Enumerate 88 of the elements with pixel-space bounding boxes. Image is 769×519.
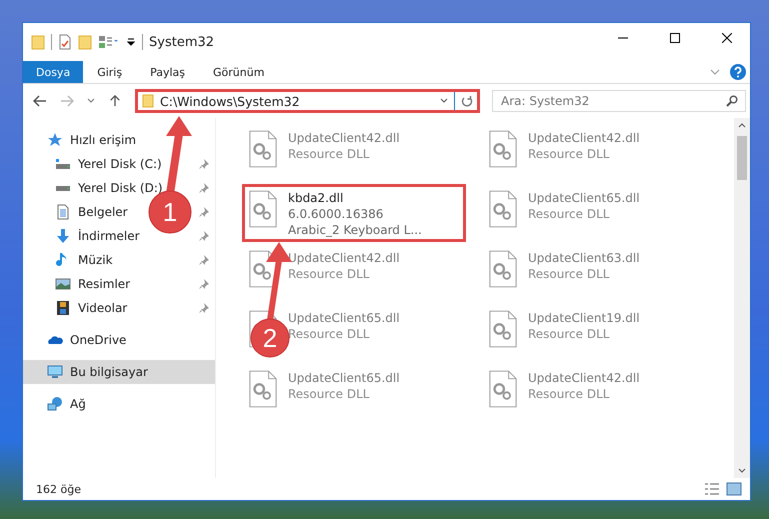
file-detail: Resource DLL <box>528 206 610 222</box>
scroll-up-icon[interactable] <box>738 122 746 128</box>
file-detail: Resource DLL <box>288 266 370 282</box>
sidebar-item[interactable]: Belgeler <box>23 200 132 224</box>
pin-icon[interactable] <box>199 231 209 241</box>
file-detail: Arabic_2 Keyboard L... <box>288 222 422 238</box>
step-badge <box>250 318 290 358</box>
scroll-down-icon[interactable] <box>738 468 746 474</box>
window-title: System32 <box>149 34 214 50</box>
expand-ribbon-icon[interactable] <box>710 69 720 75</box>
help-icon[interactable] <box>730 64 746 80</box>
file-detail: Resource DLL <box>288 326 370 342</box>
sidebar-item[interactable]: Resimler <box>23 272 134 296</box>
file-detail: Resource DLL <box>288 386 370 402</box>
document-icon <box>55 204 71 220</box>
file-detail: Resource DLL <box>528 266 610 282</box>
pin-icon[interactable] <box>199 207 209 217</box>
sidebar-item[interactable]: Ağ <box>23 392 215 416</box>
file-name[interactable]: UpdateClient42.dll <box>288 250 400 266</box>
file-name[interactable]: UpdateClient63.dll <box>528 250 640 266</box>
file-name[interactable]: kbda2.dll <box>288 190 422 206</box>
file-gears-icon <box>248 130 278 168</box>
file-gears-icon <box>248 190 278 228</box>
sidebar-item[interactable]: Videolar <box>23 296 132 320</box>
ribbon-tab[interactable]: Dosya <box>23 61 84 83</box>
refresh-icon[interactable] <box>461 95 473 107</box>
file-name[interactable]: UpdateClient42.dll <box>288 130 400 146</box>
file-gears-icon <box>488 190 518 228</box>
back-arrow-icon[interactable] <box>33 95 47 107</box>
large-icons-view-icon[interactable] <box>726 482 742 496</box>
item-count: 162 öğe <box>36 482 81 496</box>
film-icon <box>55 300 71 316</box>
file-name[interactable]: UpdateClient65.dll <box>288 370 400 386</box>
sidebar-item[interactable]: İndirmeler <box>23 224 144 248</box>
dropdown-icon[interactable] <box>440 98 448 104</box>
up-arrow-icon[interactable] <box>108 95 122 107</box>
down-arrow-icon <box>55 228 71 244</box>
pin-icon[interactable] <box>199 159 209 169</box>
view-options-icon[interactable] <box>98 34 120 50</box>
recent-locations-icon[interactable] <box>87 98 95 104</box>
file-name[interactable]: UpdateClient65.dll <box>528 190 640 206</box>
maximize-icon <box>670 33 680 43</box>
scrollbar[interactable] <box>734 118 750 478</box>
search-icon <box>726 95 738 107</box>
pin-icon[interactable] <box>199 183 209 193</box>
star-icon <box>47 132 63 148</box>
sidebar-item[interactable]: Bu bilgisayar <box>23 360 215 384</box>
folder-icon <box>142 94 154 108</box>
dropdown-icon[interactable] <box>126 37 136 47</box>
network-icon <box>47 396 63 412</box>
ribbon-tab[interactable]: Görünüm <box>199 61 278 83</box>
pin-icon[interactable] <box>199 255 209 265</box>
file-gears-icon <box>488 310 518 348</box>
pin-icon[interactable] <box>199 279 209 289</box>
details-view-icon[interactable] <box>704 482 720 496</box>
sidebar-item[interactable]: Hızlı erişim <box>23 128 215 152</box>
file-name[interactable]: UpdateClient42.dll <box>528 370 640 386</box>
sidebar-item[interactable]: OneDrive <box>23 328 215 352</box>
file-gears-icon <box>248 370 278 408</box>
ribbon-tab[interactable]: Paylaş <box>136 61 199 83</box>
drive-icon <box>55 184 71 192</box>
file-name[interactable]: UpdateClient19.dll <box>528 310 640 326</box>
picture-icon <box>55 276 71 292</box>
file-detail: Resource DLL <box>528 146 610 162</box>
file-detail: Resource DLL <box>528 326 610 342</box>
file-name[interactable]: UpdateClient42.dll <box>528 130 640 146</box>
search-field[interactable]: Ara: System32 <box>492 90 746 112</box>
sidebar-item[interactable]: Yerel Disk (D:) <box>23 176 167 200</box>
file-gears-icon <box>488 250 518 288</box>
monitor-icon <box>47 364 63 380</box>
sidebar-item[interactable]: Yerel Disk (C:) <box>23 152 166 176</box>
ribbon-tab[interactable]: Giriş <box>83 61 136 83</box>
pin-icon[interactable] <box>199 303 209 313</box>
scroll-thumb[interactable] <box>737 136 747 180</box>
file-name[interactable]: UpdateClient65.dll <box>288 310 400 326</box>
properties-icon[interactable] <box>58 34 72 50</box>
address-bar[interactable]: C:\Windows\System32 <box>135 89 480 113</box>
drive-icon <box>55 156 71 172</box>
step-number: 2 <box>262 323 278 353</box>
highlighted-file-item[interactable]: kbda2.dll 6.0.6000.16386 Arabic_2 Keyboard L... <box>242 184 466 242</box>
file-detail: 6.0.6000.16386 <box>288 206 384 222</box>
file-detail: Resource DLL <box>288 146 370 162</box>
step-number: 1 <box>162 197 178 227</box>
file-gears-icon <box>488 130 518 168</box>
file-detail: Resource DLL <box>528 386 610 402</box>
sidebar-item[interactable]: Müzik <box>23 248 117 272</box>
close-icon <box>722 33 732 43</box>
file-gears-icon <box>488 370 518 408</box>
